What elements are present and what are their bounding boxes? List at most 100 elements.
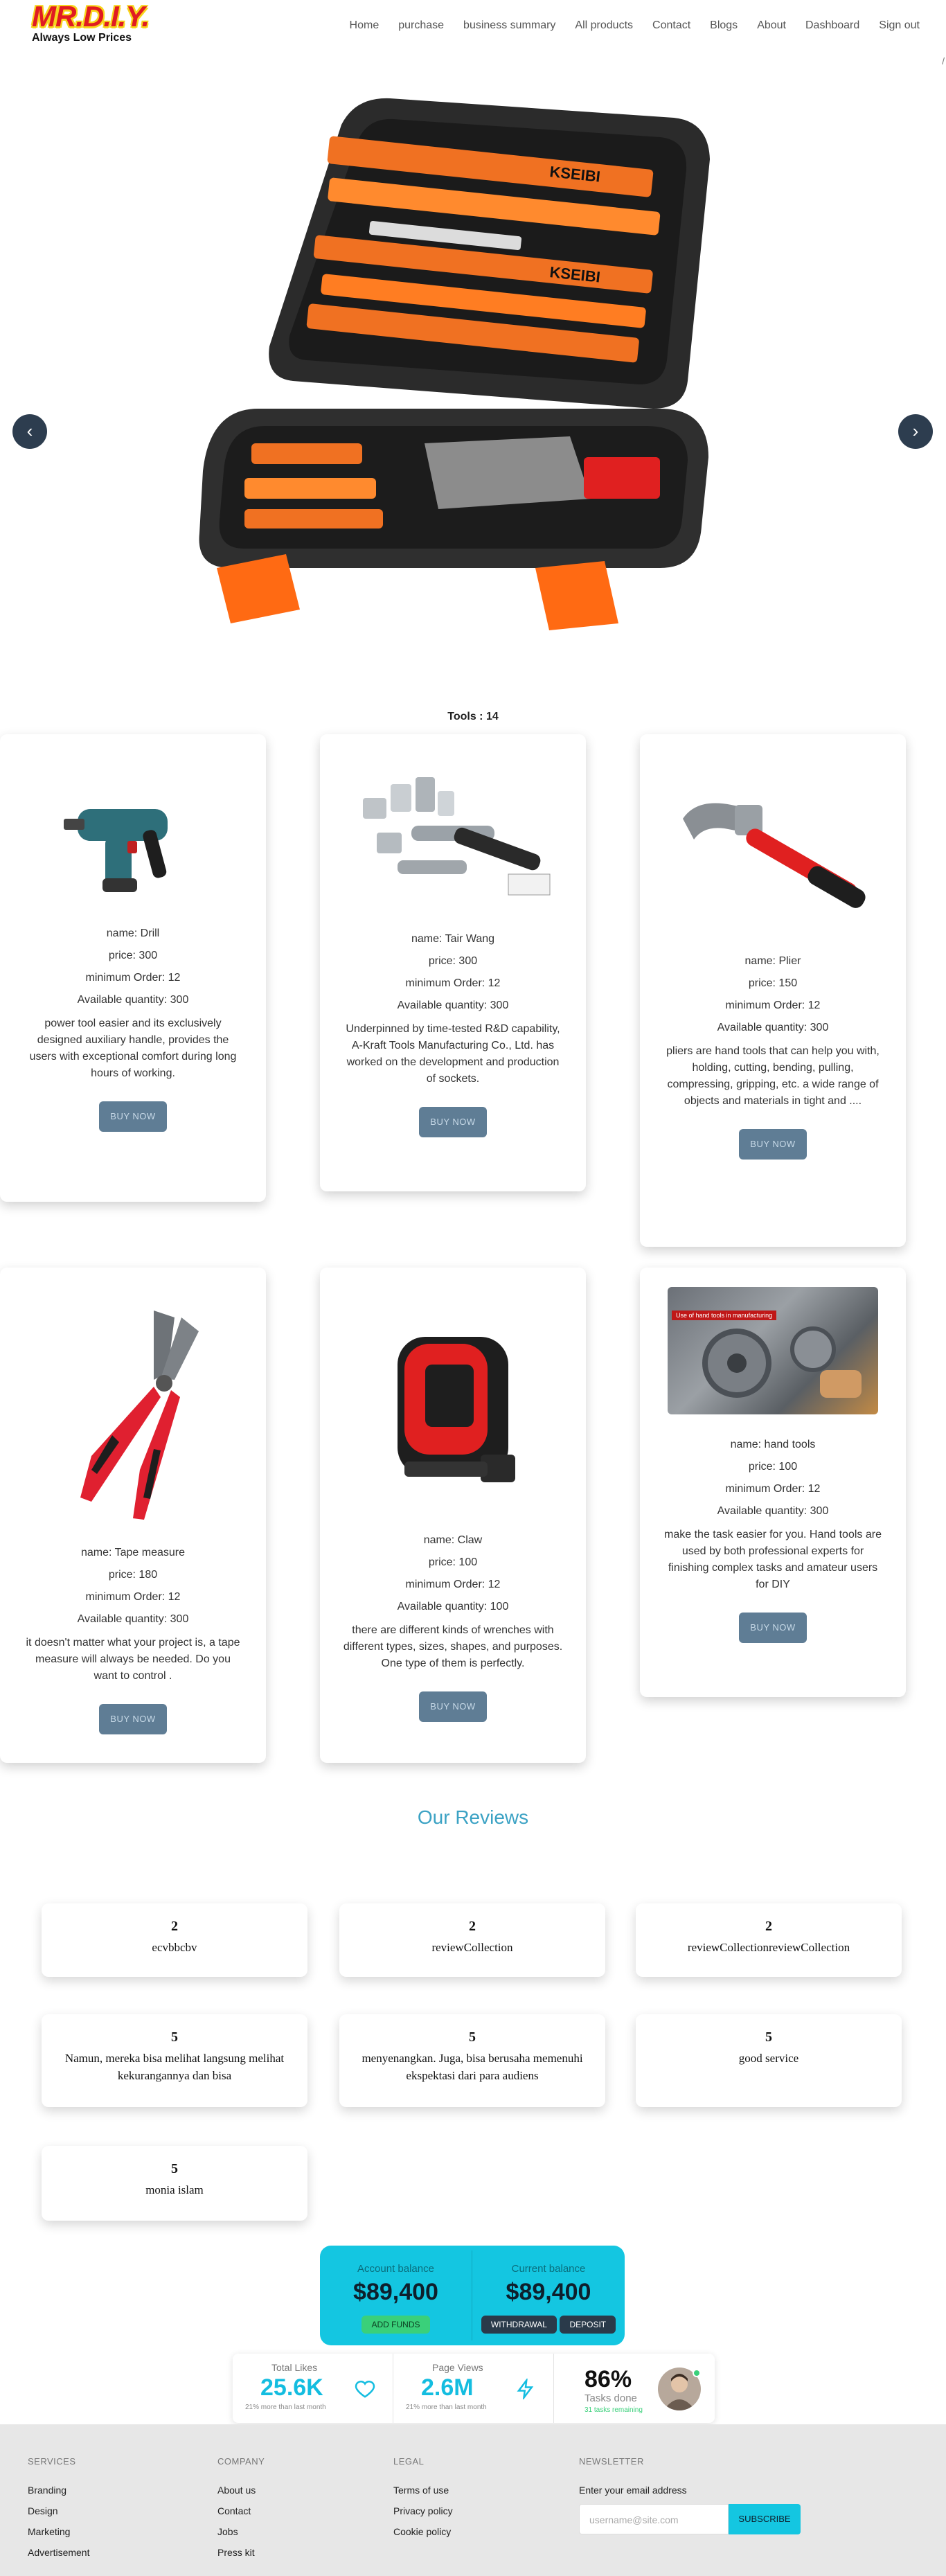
review-card: 2 reviewCollection [339, 1903, 605, 1977]
product-description: power tool easier and its exclusively de… [29, 1018, 237, 1079]
nav-all-products[interactable]: All products [565, 19, 643, 32]
review-card: 2 reviewCollectionreviewCollection [636, 1903, 902, 1977]
product-description: pliers are hand tools that can help you … [666, 1045, 880, 1107]
product-quantity: Available quantity: 300 [717, 1022, 829, 1033]
product-quantity: Available quantity: 100 [397, 1601, 509, 1613]
footer-link-branding[interactable]: Branding [28, 2485, 89, 2496]
footer-link-marketing[interactable]: Marketing [28, 2526, 89, 2537]
nav-purchase[interactable]: purchase [389, 19, 454, 32]
review-card: 5 good service [636, 2014, 902, 2107]
buy-now-button[interactable]: BUY NOW [739, 1613, 807, 1643]
nav-blogs[interactable]: Blogs [700, 19, 747, 32]
product-price: price: 100 [748, 1461, 798, 1473]
site-logo[interactable]: MR.D.I.Y. Always Low Prices [32, 2, 170, 47]
product-description: it doesn't matter what your project is, … [26, 1637, 240, 1682]
buy-now-button[interactable]: BUY NOW [99, 1101, 167, 1132]
review-text: good service [738, 2052, 799, 2065]
product-description: Underpinned by time-tested R&D capabilit… [346, 1023, 560, 1085]
product-name: name: Drill [106, 927, 160, 939]
drill-image [64, 809, 168, 892]
subscribe-button[interactable]: SUBSCRIBE [729, 2504, 801, 2534]
review-rating: 2 [469, 1919, 476, 1934]
product-name: name: Tape measure [80, 1547, 185, 1558]
toolbox-image: KSEIBI KSEIBI [199, 98, 710, 630]
review-card: 2 ecvbbcbv [42, 1903, 307, 1977]
footer-heading: NEWSLETTER [579, 2456, 644, 2467]
review-rating: 5 [765, 2029, 772, 2045]
likes-value: 25.6K [260, 2374, 323, 2401]
product-description: make the task easier for you. Hand tools… [664, 1529, 882, 1590]
product-card: name: Tape measure price: 180 minimum Or… [0, 1268, 266, 1763]
hammer-image [683, 803, 866, 908]
review-text: reviewCollectionreviewCollection [687, 1941, 850, 1954]
views-label: Page Views [432, 2362, 483, 2373]
product-description: there are different kinds of wrenches wi… [343, 1624, 563, 1669]
hand-tools-photo: Use of hand tools in manufacturing [668, 1287, 878, 1414]
navbar: MR.D.I.Y. Always Low Prices Home purchas… [0, 0, 946, 54]
product-card: name: Tair Wang price: 300 minimum Order… [320, 734, 586, 1191]
product-card: name: Plier price: 150 minimum Order: 12… [640, 734, 906, 1247]
current-balance-value: $89,400 [506, 2279, 591, 2305]
footer-link-press-kit[interactable]: Press kit [217, 2547, 265, 2558]
review-card: 5 menyenangkan. Juga, bisa berusaha meme… [339, 2014, 605, 2107]
product-min-order: minimum Order: 12 [405, 1579, 501, 1590]
product-name: name: Tair Wang [411, 933, 495, 945]
review-rating: 2 [171, 1919, 178, 1934]
pliers-image [80, 1311, 199, 1520]
views-subtext: 21% more than last month [406, 2404, 487, 2411]
product-name: name: Claw [423, 1534, 483, 1546]
reviews-title: Our Reviews [417, 1806, 529, 1828]
footer-link-jobs[interactable]: Jobs [217, 2526, 265, 2537]
stat-tasks: 86% Tasks done 31 tasks remaining [554, 2354, 715, 2423]
balance-panel: Account balance $89,400 ADD FUNDS Curren… [320, 2246, 625, 2345]
nav-about[interactable]: About [747, 19, 796, 32]
tasks-subtext: 31 tasks remaining [584, 2406, 643, 2414]
stat-page-views: Page Views 2.6M 21% more than last month [393, 2354, 554, 2423]
nav-contact[interactable]: Contact [643, 19, 700, 32]
heart-icon [355, 2380, 375, 2398]
review-rating: 5 [171, 2161, 178, 2176]
footer-heading: LEGAL [393, 2456, 425, 2467]
footer-link-contact[interactable]: Contact [217, 2505, 265, 2516]
review-card: 5 Namun, mereka bisa melihat langsung me… [42, 2014, 307, 2107]
withdrawal-button[interactable]: WITHDRAWAL [481, 2316, 557, 2334]
tasks-value: 86% [584, 2366, 632, 2392]
review-text: monia islam [145, 2183, 204, 2196]
add-funds-button[interactable]: ADD FUNDS [362, 2316, 430, 2334]
main-nav: Home purchase business summary All produ… [340, 19, 929, 32]
deposit-button[interactable]: DEPOSIT [560, 2316, 616, 2334]
tools-count: Tools : 14 [447, 711, 499, 722]
footer-link-advertisement[interactable]: Advertisement [28, 2547, 89, 2558]
tape-measure-image [398, 1337, 515, 1482]
footer-link-privacy[interactable]: Privacy policy [393, 2505, 453, 2516]
socket-set-image [363, 777, 551, 896]
account-balance-value: $89,400 [353, 2279, 438, 2305]
nav-business-summary[interactable]: business summary [454, 19, 565, 32]
carousel-next-button[interactable]: › [898, 414, 933, 449]
buy-now-button[interactable]: BUY NOW [739, 1129, 807, 1160]
footer-link-cookie[interactable]: Cookie policy [393, 2526, 453, 2537]
footer-link-design[interactable]: Design [28, 2505, 89, 2516]
buy-now-button[interactable]: BUY NOW [419, 1107, 487, 1137]
footer-link-terms[interactable]: Terms of use [393, 2485, 453, 2496]
buy-now-button[interactable]: BUY NOW [419, 1691, 487, 1722]
product-quantity: Available quantity: 300 [77, 1613, 189, 1625]
newsletter-email-input[interactable]: username@site.com [579, 2504, 729, 2534]
nav-sign-out[interactable]: Sign out [869, 19, 929, 32]
product-name: name: Plier [744, 955, 801, 967]
product-min-order: minimum Order: 12 [725, 1483, 821, 1495]
review-text: Namun, mereka bisa melihat langsung meli… [64, 2052, 285, 2082]
current-balance: Current balance $89,400 WITHDRAWAL DEPOS… [472, 2250, 625, 2340]
nav-home[interactable]: Home [340, 19, 389, 32]
footer-newsletter: NEWSLETTER Enter your email address user… [579, 2456, 801, 2534]
footer-link-about[interactable]: About us [217, 2485, 265, 2496]
online-status-icon [693, 2369, 701, 2377]
product-price: price: 180 [108, 1569, 158, 1581]
nav-dashboard[interactable]: Dashboard [796, 19, 869, 32]
likes-subtext: 21% more than last month [245, 2404, 326, 2411]
footer-legal: LEGAL Terms of use Privacy policy Cookie… [393, 2456, 453, 2547]
buy-now-button[interactable]: BUY NOW [99, 1704, 167, 1734]
carousel-prev-button[interactable]: ‹ [12, 414, 47, 449]
footer-heading: SERVICES [28, 2456, 76, 2467]
likes-label: Total Likes [271, 2362, 318, 2373]
